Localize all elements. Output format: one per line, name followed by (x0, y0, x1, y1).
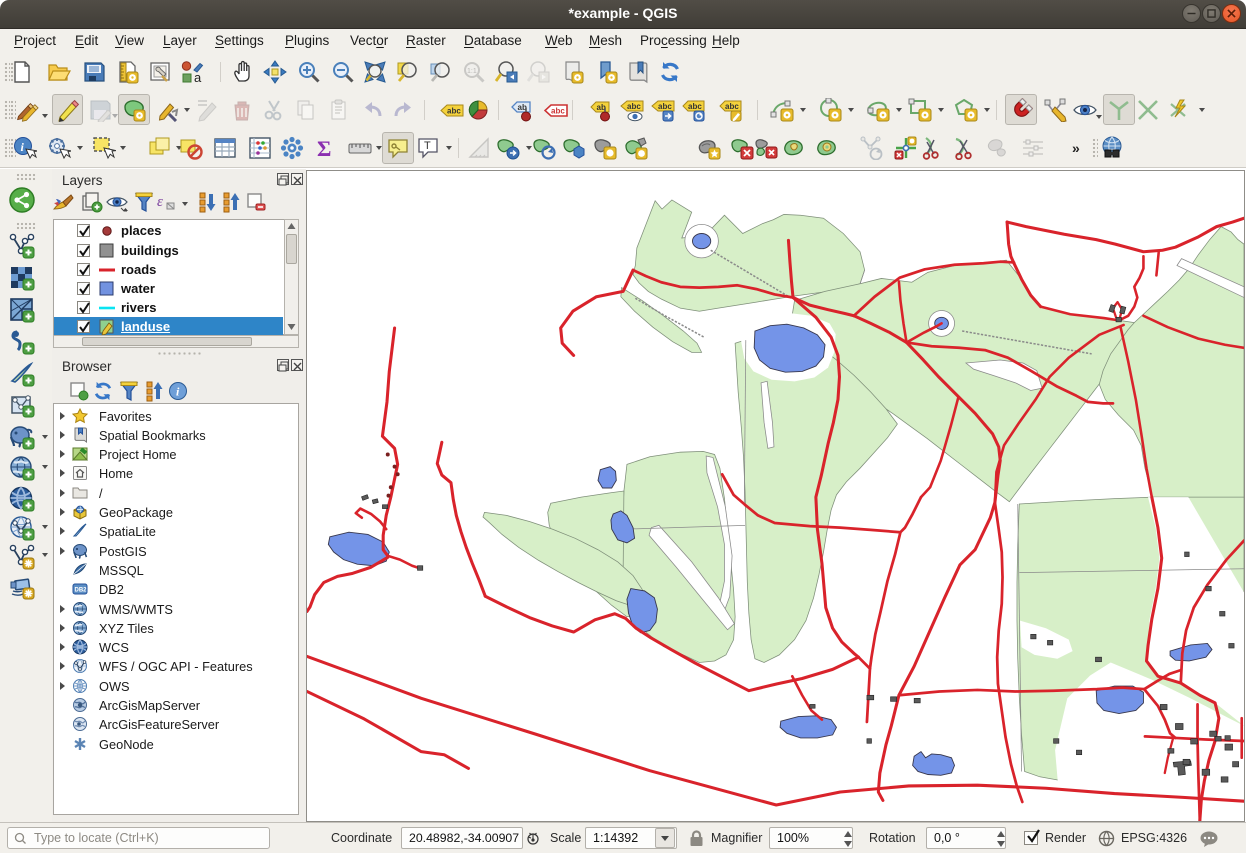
svg-text:abc: abc (447, 107, 461, 116)
svg-text:ε: ε (157, 194, 163, 210)
svg-text:abc: abc (725, 102, 739, 111)
svg-text:abc: abc (658, 102, 672, 111)
svg-text:abc: abc (627, 102, 641, 111)
svg-text:abc: abc (688, 102, 702, 111)
svg-text:T: T (424, 140, 431, 152)
svg-text:abc: abc (551, 107, 565, 116)
svg-text:Σ: Σ (317, 136, 331, 160)
svg-text:DB2: DB2 (75, 588, 88, 594)
svg-text:a: a (194, 70, 202, 84)
svg-text:1:1: 1:1 (467, 68, 477, 75)
